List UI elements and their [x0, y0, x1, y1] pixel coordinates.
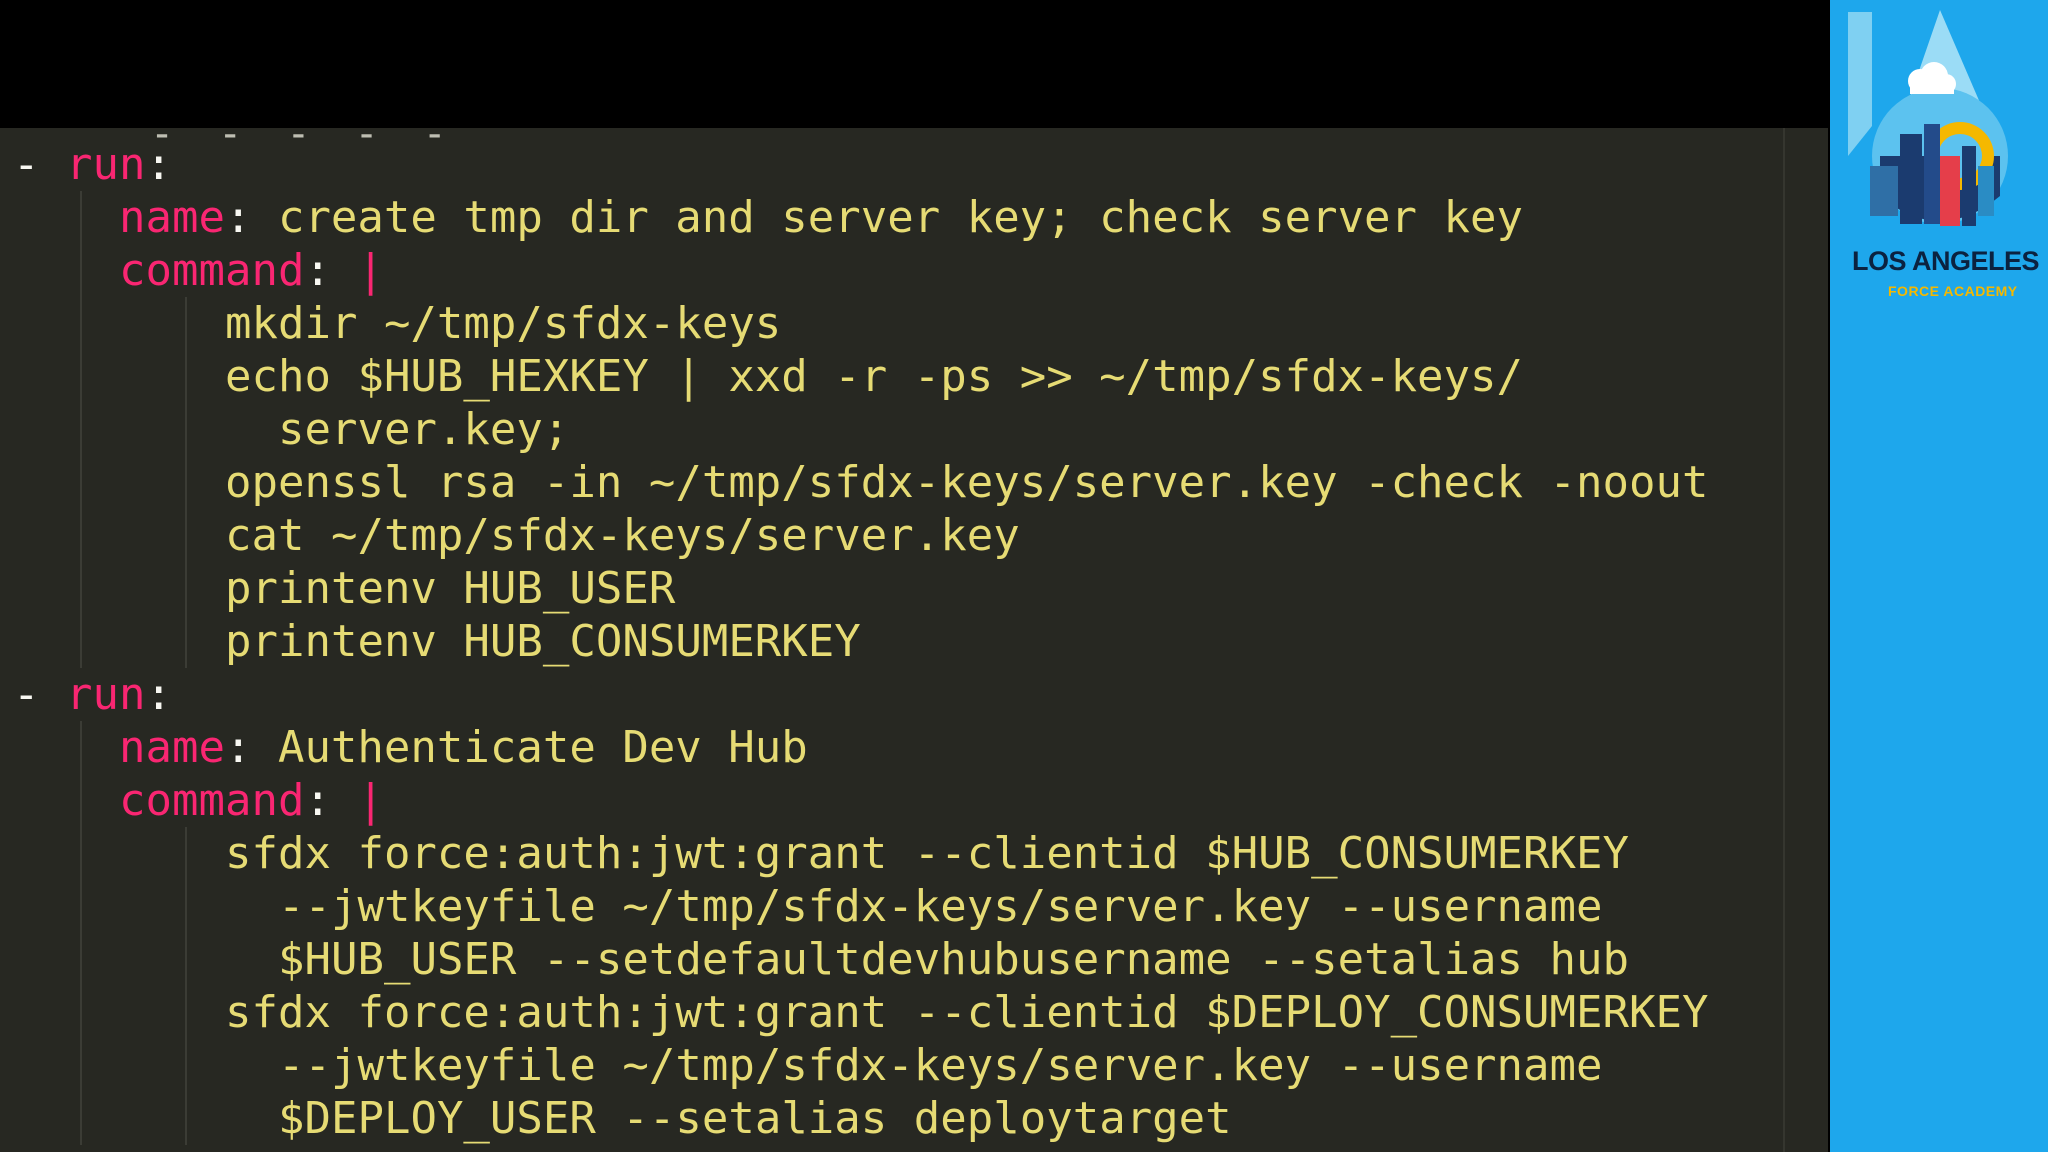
code-token-cmd: --jwtkeyfile ~/tmp/sfdx-keys/server.key …: [278, 1040, 1603, 1091]
code-editor[interactable]: - - - - - - run: name: create tmp dir and…: [0, 128, 1828, 1152]
code-token-cmd: --jwtkeyfile ~/tmp/sfdx-keys/server.key …: [278, 881, 1603, 932]
code-token-cmd: echo $HUB_HEXKEY | xxd -r -ps >> ~/tmp/s…: [225, 351, 1524, 402]
code-line[interactable]: - run:: [13, 668, 172, 721]
indent-guide: [185, 297, 187, 668]
code-line[interactable]: command: |: [119, 244, 384, 297]
code-line[interactable]: $DEPLOY_USER --setalias deploytarget: [278, 1092, 1232, 1145]
code-line[interactable]: openssl rsa -in ~/tmp/sfdx-keys/server.k…: [225, 456, 1708, 509]
logo-subtitle: FORCE ACADEMY: [1888, 283, 2018, 299]
code-token-val: create tmp dir and server key; check ser…: [277, 192, 1523, 243]
code-token-key: name: [119, 192, 225, 243]
code-line[interactable]: --jwtkeyfile ~/tmp/sfdx-keys/server.key …: [278, 1039, 1603, 1092]
code-line[interactable]: $HUB_USER --setdefaultdevhubusername --s…: [278, 933, 1629, 986]
code-token-pipe: |: [357, 775, 384, 826]
code-token-cmd: printenv HUB_USER: [225, 563, 676, 614]
code-line[interactable]: - run:: [13, 138, 172, 191]
indent-guide: [80, 191, 82, 668]
code-line[interactable]: name: Authenticate Dev Hub: [119, 721, 808, 774]
code-line[interactable]: printenv HUB_USER: [225, 562, 675, 615]
code-token-cmd: printenv HUB_CONSUMERKEY: [225, 616, 861, 667]
code-token-key: run: [65, 139, 146, 190]
code-line[interactable]: printenv HUB_CONSUMERKEY: [225, 615, 861, 668]
code-token-pipe: |: [357, 245, 384, 296]
indent-guide: [80, 721, 82, 1145]
code-token-punct: :: [304, 245, 358, 296]
code-token-key: command: [119, 775, 305, 826]
cut-off-line: - - - - -: [150, 128, 457, 157]
code-token-cmd: $DEPLOY_USER --setalias deploytarget: [278, 1093, 1232, 1144]
logo-title: LOS ANGELES: [1852, 246, 2040, 276]
code-token-punct: :: [145, 139, 172, 190]
code-line[interactable]: echo $HUB_HEXKEY | xxd -r -ps >> ~/tmp/s…: [225, 350, 1523, 403]
conference-sidebar: LOS ANGELES FORCE ACADEMY: [1830, 0, 2048, 1152]
code-line[interactable]: cat ~/tmp/sfdx-keys/server.key: [225, 509, 1020, 562]
code-line[interactable]: sfdx force:auth:jwt:grant --clientid $DE…: [225, 986, 1708, 1039]
code-line[interactable]: sfdx force:auth:jwt:grant --clientid $HU…: [225, 827, 1629, 880]
code-line[interactable]: server.key;: [278, 403, 569, 456]
indent-guide: [185, 827, 187, 1145]
code-line[interactable]: --jwtkeyfile ~/tmp/sfdx-keys/server.key …: [278, 880, 1603, 933]
code-token-cmd: mkdir ~/tmp/sfdx-keys: [225, 298, 782, 349]
code-line[interactable]: name: create tmp dir and server key; che…: [119, 191, 1523, 244]
code-token-key: name: [119, 722, 225, 773]
code-token-punct: :: [304, 775, 358, 826]
code-token-cmd: server.key;: [278, 404, 570, 455]
code-token-key: command: [119, 245, 305, 296]
code-token-punct: :: [145, 669, 172, 720]
code-token-val: Authenticate Dev Hub: [277, 722, 808, 773]
code-token-cmd: cat ~/tmp/sfdx-keys/server.key: [225, 510, 1020, 561]
code-line[interactable]: command: |: [119, 774, 384, 827]
editor-scroll-track[interactable]: [1783, 128, 1785, 1152]
code-token-key: run: [65, 669, 146, 720]
slide-top-band: [0, 0, 1830, 130]
code-token-cmd: openssl rsa -in ~/tmp/sfdx-keys/server.k…: [225, 457, 1709, 508]
code-token-cmd: $HUB_USER --setdefaultdevhubusername --s…: [278, 934, 1630, 985]
code-token-punct: :: [224, 722, 278, 773]
code-token-punct: :: [224, 192, 278, 243]
code-token-cmd: sfdx force:auth:jwt:grant --clientid $DE…: [225, 987, 1709, 1038]
code-line[interactable]: mkdir ~/tmp/sfdx-keys: [225, 297, 781, 350]
code-token-dash: -: [13, 139, 66, 190]
code-token-dash: -: [13, 669, 66, 720]
code-token-cmd: sfdx force:auth:jwt:grant --clientid $HU…: [225, 828, 1629, 879]
